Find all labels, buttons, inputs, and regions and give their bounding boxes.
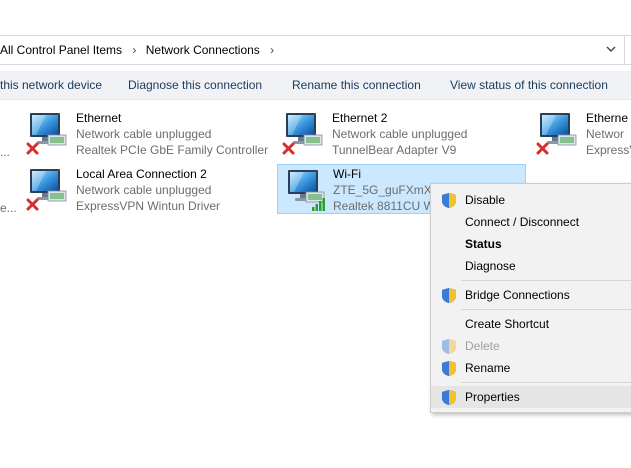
divider: [624, 36, 625, 64]
monitor-network-icon: [26, 168, 67, 211]
connection-ethernet[interactable]: Ethernet Network cable unplugged Realtek…: [20, 108, 270, 158]
chevron-right-icon[interactable]: ›: [132, 43, 136, 57]
truncated-item-text: ...: [0, 145, 11, 159]
menu-item-delete[interactable]: Delete: [431, 335, 631, 357]
monitor-network-icon: [282, 112, 323, 155]
uac-shield-icon: [442, 193, 456, 208]
menu-separator: [461, 280, 631, 281]
connection-local-area-2[interactable]: Local Area Connection 2 Network cable un…: [20, 164, 270, 214]
menu-item-connect-disconnect[interactable]: Connect / Disconnect: [431, 211, 631, 233]
menu-item-create-shortcut[interactable]: Create Shortcut: [431, 313, 631, 335]
connection-status: Network cable unplugged: [332, 127, 468, 141]
command-bar: this network device Diagnose this connec…: [0, 71, 631, 100]
address-bar[interactable]: All Control Panel Items › Network Connec…: [0, 35, 631, 65]
breadcrumb-item-control-panel[interactable]: All Control Panel Items: [0, 43, 122, 57]
breadcrumb: All Control Panel Items › Network Connec…: [0, 42, 280, 57]
menu-item-diagnose[interactable]: Diagnose: [431, 255, 631, 277]
connection-status: Networ: [586, 127, 625, 141]
connection-ethernet-3[interactable]: Etherne Networ ExpressV: [530, 108, 631, 158]
uac-shield-icon: [442, 390, 456, 405]
chevron-right-icon[interactable]: ›: [270, 43, 274, 57]
context-menu: Disable Connect / Disconnect Status Diag…: [430, 183, 631, 413]
menu-separator: [461, 382, 631, 383]
chevron-down-icon[interactable]: [604, 42, 618, 56]
connection-device: ExpressV: [586, 143, 631, 157]
uac-shield-icon: [442, 288, 456, 303]
disable-device-command[interactable]: this network device: [0, 78, 102, 92]
rename-command[interactable]: Rename this connection: [292, 78, 421, 92]
connection-device: Realtek 8811CU W: [333, 199, 435, 213]
menu-item-properties[interactable]: Properties: [431, 386, 631, 408]
connection-name: Ethernet: [76, 111, 122, 125]
connection-name: Local Area Connection 2: [76, 167, 207, 181]
diagnose-command[interactable]: Diagnose this connection: [128, 78, 262, 92]
menu-separator: [461, 309, 631, 310]
monitor-network-icon: [536, 112, 577, 155]
uac-shield-icon: [442, 339, 456, 354]
monitor-network-icon: [287, 169, 325, 211]
monitor-network-icon: [26, 112, 67, 155]
view-status-command[interactable]: View status of this connection: [450, 78, 608, 92]
connection-device: TunnelBear Adapter V9: [332, 143, 457, 157]
connection-ethernet-2[interactable]: Ethernet 2 Network cable unplugged Tunne…: [276, 108, 526, 158]
menu-item-bridge-connections[interactable]: Bridge Connections: [431, 284, 631, 306]
connection-name: Etherne: [586, 111, 629, 125]
connection-status: ZTE_5G_guFXmX: [333, 183, 432, 197]
connection-name: Wi-Fi: [333, 167, 361, 181]
menu-item-disable[interactable]: Disable: [431, 189, 631, 211]
truncated-item-text: e...: [0, 201, 17, 215]
connection-name: Ethernet 2: [332, 111, 388, 125]
connection-device: ExpressVPN Wintun Driver: [76, 199, 221, 213]
connection-status: Network cable unplugged: [76, 183, 212, 197]
menu-item-status[interactable]: Status: [431, 233, 631, 255]
menu-item-rename[interactable]: Rename: [431, 357, 631, 379]
breadcrumb-item-network-connections[interactable]: Network Connections: [146, 43, 260, 57]
connection-device: Realtek PCIe GbE Family Controller: [76, 143, 269, 157]
uac-shield-icon: [442, 361, 456, 376]
connection-status: Network cable unplugged: [76, 127, 212, 141]
